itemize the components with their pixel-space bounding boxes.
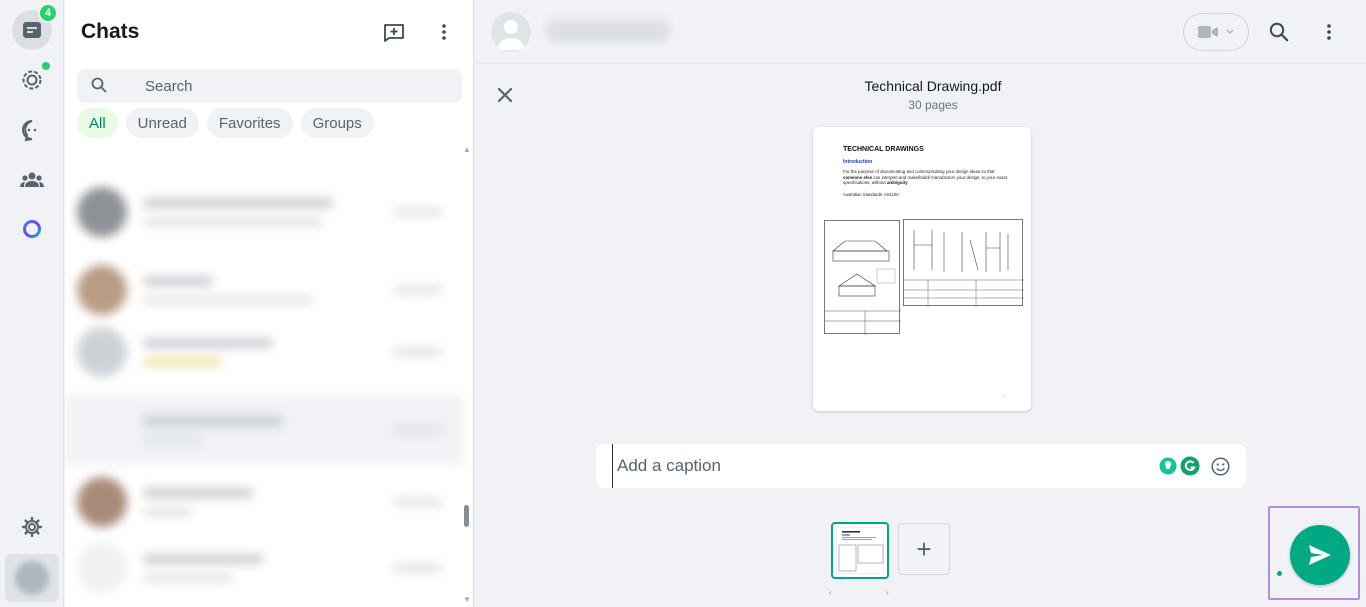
list-item[interactable] <box>65 395 463 465</box>
new-chat-button[interactable] <box>380 18 408 46</box>
filter-unread[interactable]: Unread <box>125 108 199 138</box>
list-item[interactable] <box>65 177 463 247</box>
doc-text: For the purpose of documenting and commu… <box>843 169 995 174</box>
document-preview: TECHNICAL DRAWINGS Introduction For the … <box>813 127 1031 411</box>
communities-icon <box>20 172 44 187</box>
doc-bold-text: ambiguity <box>886 180 908 186</box>
meta-ai-icon <box>23 220 41 238</box>
video-camera-icon <box>1198 26 1218 38</box>
house-drawing-image <box>824 220 901 335</box>
list-item[interactable] <box>65 317 463 387</box>
plus-icon: + <box>916 533 932 564</box>
grammarly-button[interactable] <box>1179 455 1201 477</box>
chats-nav-button[interactable]: 4 <box>12 3 58 50</box>
filter-favorites[interactable]: Favorites <box>206 108 293 138</box>
caption-bar <box>596 444 1246 488</box>
file-name: Technical Drawing.pdf <box>864 78 1002 94</box>
page-marker: › <box>1003 394 1005 400</box>
list-item[interactable] <box>65 533 463 603</box>
grammarly-suggestion-button[interactable] <box>1157 455 1179 477</box>
doc-bold-text: someone else <box>843 174 873 180</box>
status-dot <box>1277 571 1282 576</box>
scroll-thumb[interactable] <box>464 505 469 527</box>
communities-nav-button[interactable] <box>12 160 52 200</box>
new-chat-icon <box>384 24 404 42</box>
send-icon <box>1309 545 1331 565</box>
list-item[interactable] <box>65 467 463 537</box>
search-icon <box>91 77 107 93</box>
attachment-thumbnail[interactable] <box>831 522 889 579</box>
thumbnail-page-image <box>836 527 884 574</box>
media-preview-panel: Technical Drawing.pdf 30 pages TECHNICAL… <box>475 0 1366 607</box>
doc-heading: TECHNICAL DRAWINGS <box>843 146 924 153</box>
channels-nav-button[interactable] <box>12 110 52 150</box>
page-title: Chats <box>81 20 140 43</box>
menu-button[interactable] <box>430 18 458 46</box>
chat-list-scrollbar[interactable]: ▲ ▼ <box>463 145 471 607</box>
contact-avatar[interactable] <box>491 12 531 52</box>
more-vertical-icon <box>1327 24 1331 40</box>
search-input[interactable] <box>145 69 445 103</box>
doc-subheading: Introduction <box>843 159 873 165</box>
doc-paragraph: For the purpose of documenting and commu… <box>843 169 1011 186</box>
video-call-button[interactable] <box>1183 13 1249 51</box>
add-attachment-button[interactable]: + <box>898 523 950 575</box>
thumbnails-prev-button[interactable]: ‹ <box>829 588 832 597</box>
chair-drawing-image <box>903 219 1024 307</box>
gear-icon <box>21 516 43 538</box>
search-icon <box>1269 22 1289 42</box>
emoji-button[interactable] <box>1209 455 1231 477</box>
unread-badge: 4 <box>38 3 58 23</box>
default-avatar-icon <box>497 20 525 50</box>
status-icon <box>22 70 42 90</box>
channels-icon <box>22 120 37 141</box>
conversation-menu-button[interactable] <box>1315 18 1343 46</box>
meta-ai-nav-button[interactable] <box>12 209 52 249</box>
filter-groups[interactable]: Groups <box>300 108 374 138</box>
conversation-header <box>475 0 1366 64</box>
navigation-rail: 4 <box>0 0 64 607</box>
emoji-icon <box>1210 456 1230 476</box>
more-vertical-icon <box>442 24 446 40</box>
thumbnails-next-button[interactable]: › <box>886 588 889 597</box>
caption-input[interactable] <box>612 444 1132 488</box>
doc-standards: Australian Standards: AS1100 <box>843 192 899 197</box>
chevron-down-icon <box>1226 29 1234 34</box>
chat-filters: All Unread Favorites Groups <box>77 108 374 138</box>
chat-list <box>65 145 463 607</box>
search-bar <box>77 69 462 103</box>
search-messages-button[interactable] <box>1265 18 1293 46</box>
list-item[interactable] <box>65 255 463 325</box>
grammarly-icon <box>1180 456 1200 476</box>
page-count: 30 pages <box>908 98 958 112</box>
contact-name-redacted[interactable] <box>547 20 669 42</box>
status-nav-button[interactable] <box>12 60 52 100</box>
chat-list-panel: Chats All Unread Favorites Groups ▲ ▼ <box>65 0 474 607</box>
chats-icon <box>23 22 41 38</box>
filter-all[interactable]: All <box>77 108 118 138</box>
lightbulb-icon <box>1159 457 1177 475</box>
settings-nav-button[interactable] <box>12 507 52 547</box>
send-button[interactable] <box>1290 525 1350 585</box>
profile-avatar[interactable] <box>5 554 59 602</box>
status-new-dot <box>42 62 50 70</box>
